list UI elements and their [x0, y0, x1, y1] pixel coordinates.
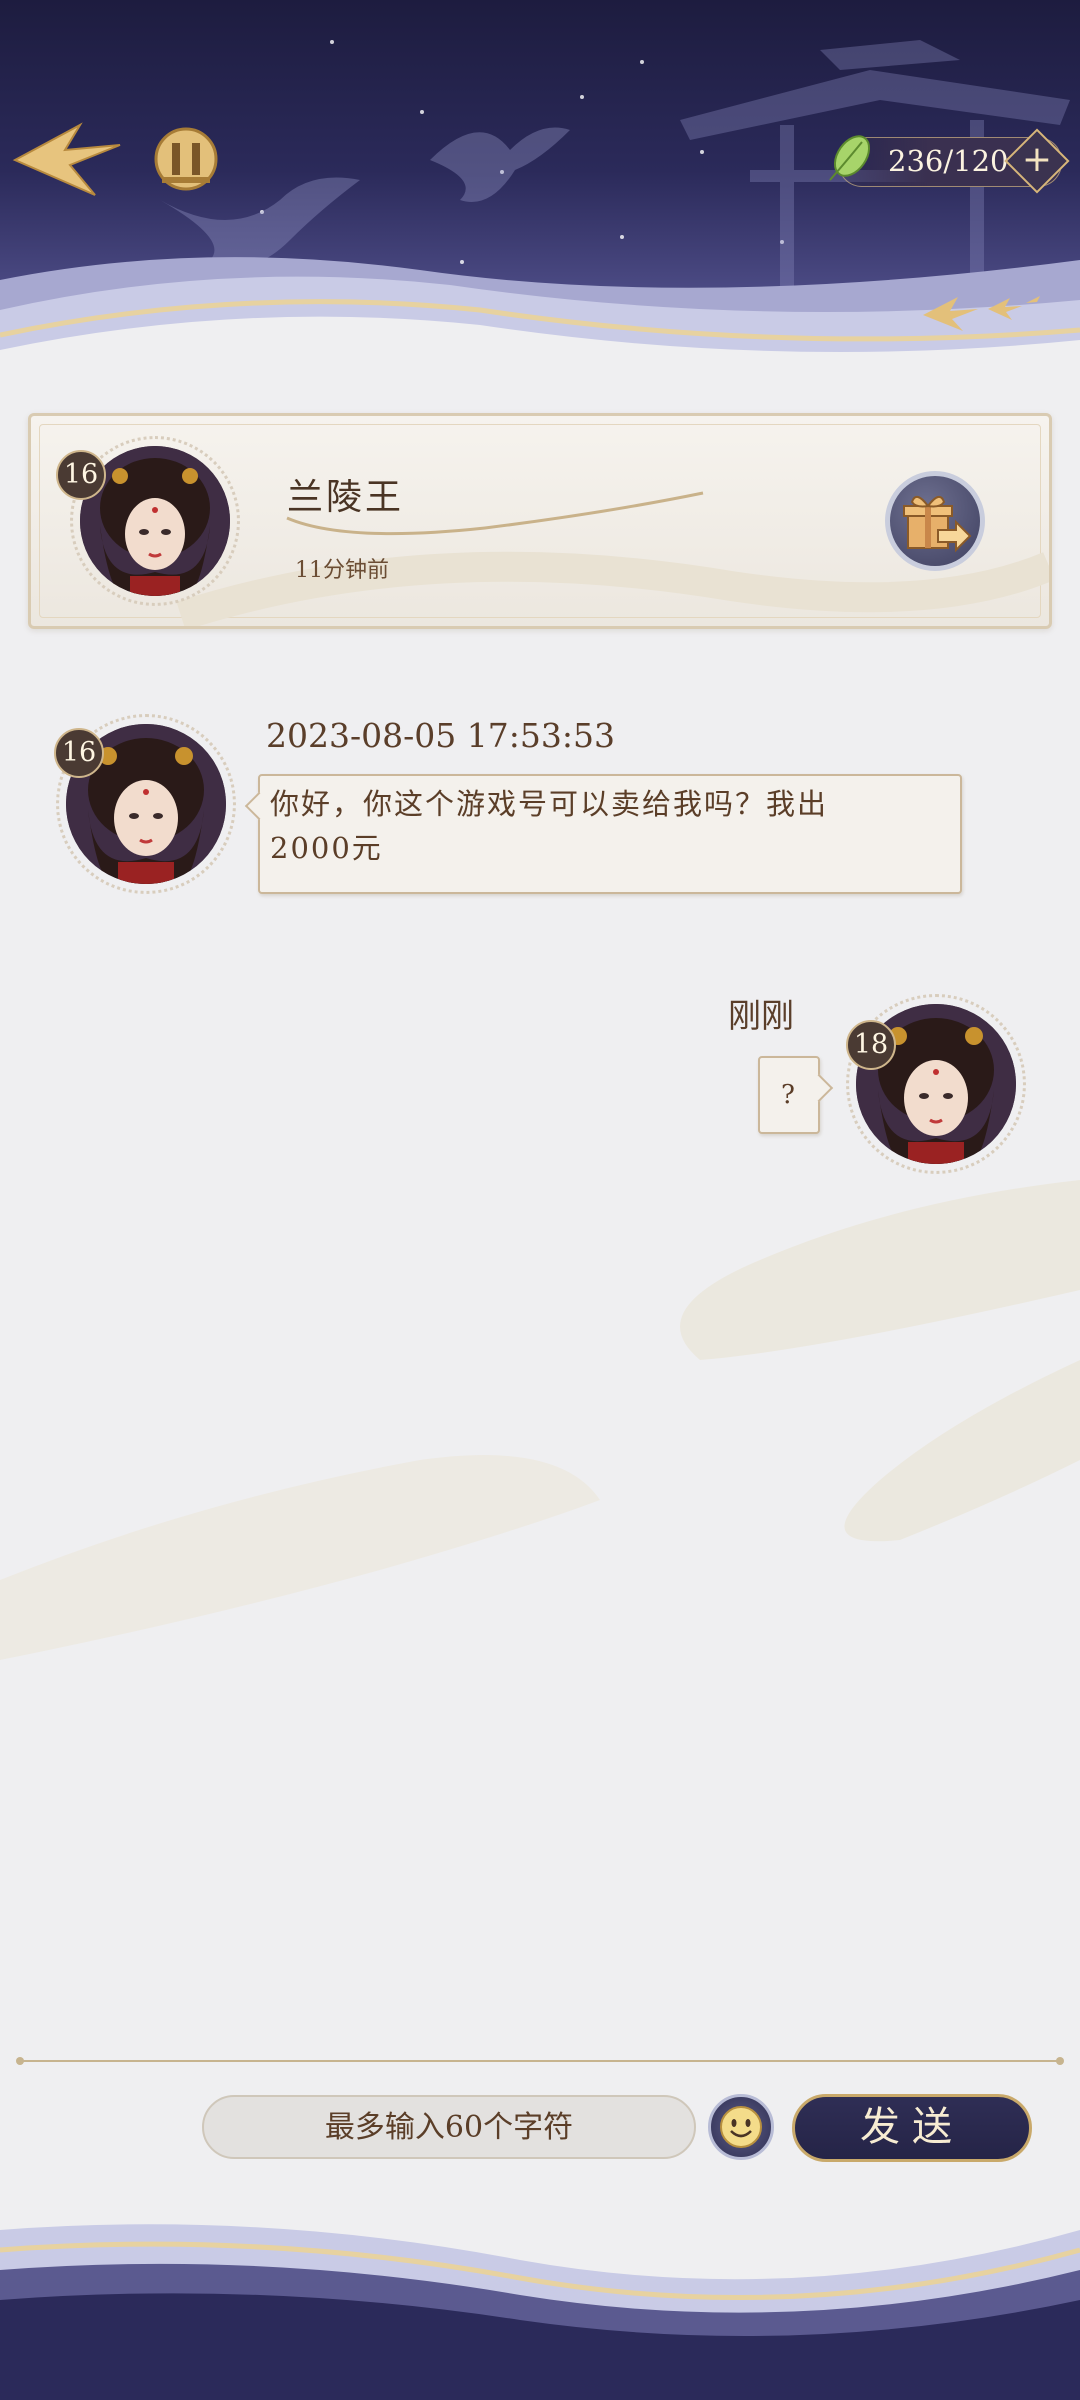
sender-avatar[interactable]: 16 — [54, 714, 236, 894]
stamina-value: 236/120 — [888, 144, 1009, 178]
mist-decoration — [0, 1180, 1080, 1660]
smiley-icon — [720, 2106, 762, 2148]
message-text-line: 2000元 — [270, 831, 383, 865]
footer-wave-border — [0, 2224, 1080, 2400]
last-seen-time: 11分钟前 — [295, 558, 389, 583]
contact-avatar[interactable]: 16 — [56, 436, 240, 606]
level-badge: 18 — [846, 1020, 896, 1070]
back-arrow-icon[interactable] — [10, 120, 125, 200]
contact-name: 兰陵王 — [287, 477, 405, 518]
header-banner: 236/120 + — [0, 0, 1080, 380]
level-badge: 16 — [54, 728, 104, 778]
scroll-book-icon[interactable] — [152, 125, 220, 193]
send-button[interactable]: 发送 — [792, 2094, 1032, 2162]
level-badge: 16 — [56, 450, 106, 500]
arrows-decoration-icon — [923, 296, 1048, 331]
emoji-button[interactable] — [708, 2094, 774, 2160]
gift-button[interactable] — [885, 471, 985, 571]
message-bubble[interactable]: 你好，你这个游戏号可以卖给我吗？我出 2000元 — [244, 774, 962, 894]
message-text-line: 你好，你这个游戏号可以卖给我吗？我出 — [270, 787, 829, 821]
crane-silhouette — [430, 127, 570, 202]
plus-icon: + — [1021, 139, 1053, 180]
leaf-icon — [829, 135, 871, 181]
message-timestamp: 刚刚 — [728, 996, 794, 1035]
message-timestamp: 2023-08-05 17:53:53 — [266, 716, 615, 755]
message-input[interactable] — [202, 2095, 696, 2159]
composer-divider — [16, 2057, 1064, 2065]
gift-icon — [903, 495, 972, 553]
